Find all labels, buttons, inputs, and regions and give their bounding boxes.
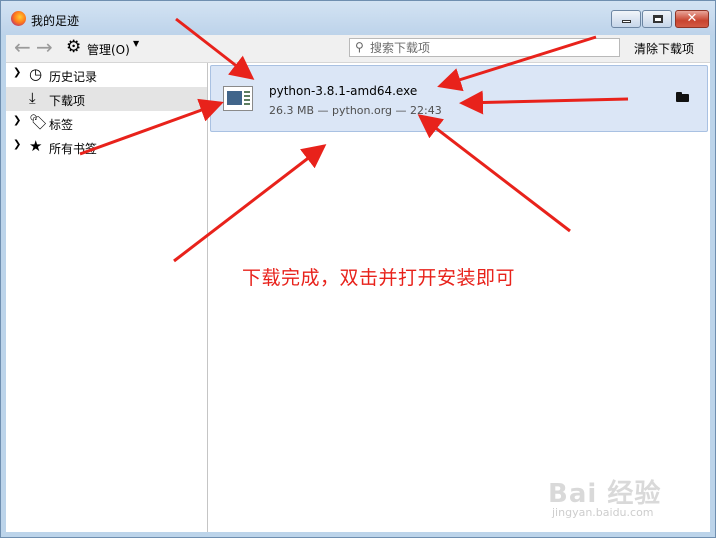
folder-icon[interactable] xyxy=(676,92,689,102)
chevron-right-icon[interactable]: ❯ xyxy=(13,115,21,126)
annotation-text: 下载完成，双击并打开安装即可 xyxy=(242,267,516,289)
maximize-button[interactable] xyxy=(642,10,672,28)
download-details: 26.3 MB — python.org — 22:43 xyxy=(269,104,442,117)
sidebar-item-history[interactable]: ❯ ◷ 历史记录 xyxy=(6,63,207,87)
minimize-icon xyxy=(622,20,631,23)
watermark-logo: Bai 经验 xyxy=(548,479,662,509)
search-input[interactable] xyxy=(370,40,610,55)
minimize-button[interactable] xyxy=(611,10,641,28)
back-arrow-icon[interactable]: ← xyxy=(14,35,31,59)
sidebar-item-label: 标签 xyxy=(49,118,74,132)
clock-icon: ◷ xyxy=(29,65,43,83)
title-bar: 我的足迹 ✕ xyxy=(1,1,715,35)
watermark-url: jingyan.baidu.com xyxy=(552,506,654,519)
installer-file-icon xyxy=(223,86,253,111)
clear-downloads-button[interactable]: 清除下载项 xyxy=(634,40,694,57)
sidebar: ❯ ◷ 历史记录 ⤓ 下载项 ❯ 🏷 标签 ❯ ★ 所有书签 xyxy=(6,63,208,532)
chevron-right-icon[interactable]: ❯ xyxy=(13,139,21,150)
sidebar-item-label: 下载项 xyxy=(49,94,86,108)
sidebar-item-label: 历史记录 xyxy=(49,70,98,84)
download-icon: ⤓ xyxy=(29,89,36,107)
gear-icon: ⚙ xyxy=(66,37,82,57)
sidebar-item-tags[interactable]: ❯ 🏷 标签 xyxy=(6,111,207,135)
download-item[interactable]: python-3.8.1-amd64.exe 26.3 MB — python.… xyxy=(210,65,708,132)
downloads-list: python-3.8.1-amd64.exe 26.3 MB — python.… xyxy=(208,63,710,532)
close-button[interactable]: ✕ xyxy=(675,10,709,28)
window-title: 我的足迹 xyxy=(31,14,80,28)
chevron-down-icon: ▼ xyxy=(133,39,140,48)
organize-label: 管理(O) xyxy=(87,43,130,57)
firefox-logo-icon xyxy=(11,11,26,26)
sidebar-item-label: 所有书签 xyxy=(49,142,98,156)
sidebar-item-downloads[interactable]: ⤓ 下载项 xyxy=(6,87,207,111)
close-icon: ✕ xyxy=(686,11,698,26)
search-box[interactable]: ⚲ xyxy=(349,38,620,57)
chevron-right-icon[interactable]: ❯ xyxy=(13,67,21,78)
sidebar-item-all-bookmarks[interactable]: ❯ ★ 所有书签 xyxy=(6,135,207,159)
forward-arrow-icon[interactable]: → xyxy=(36,35,53,59)
search-icon: ⚲ xyxy=(355,40,364,54)
star-icon: ★ xyxy=(29,137,43,155)
maximize-icon xyxy=(653,15,663,23)
toolbar: ← → ⚙ 管理(O) ▼ ⚲ 清除下载项 xyxy=(6,35,710,63)
tag-icon: 🏷 xyxy=(29,113,49,131)
download-filename: python-3.8.1-amd64.exe xyxy=(269,84,418,98)
